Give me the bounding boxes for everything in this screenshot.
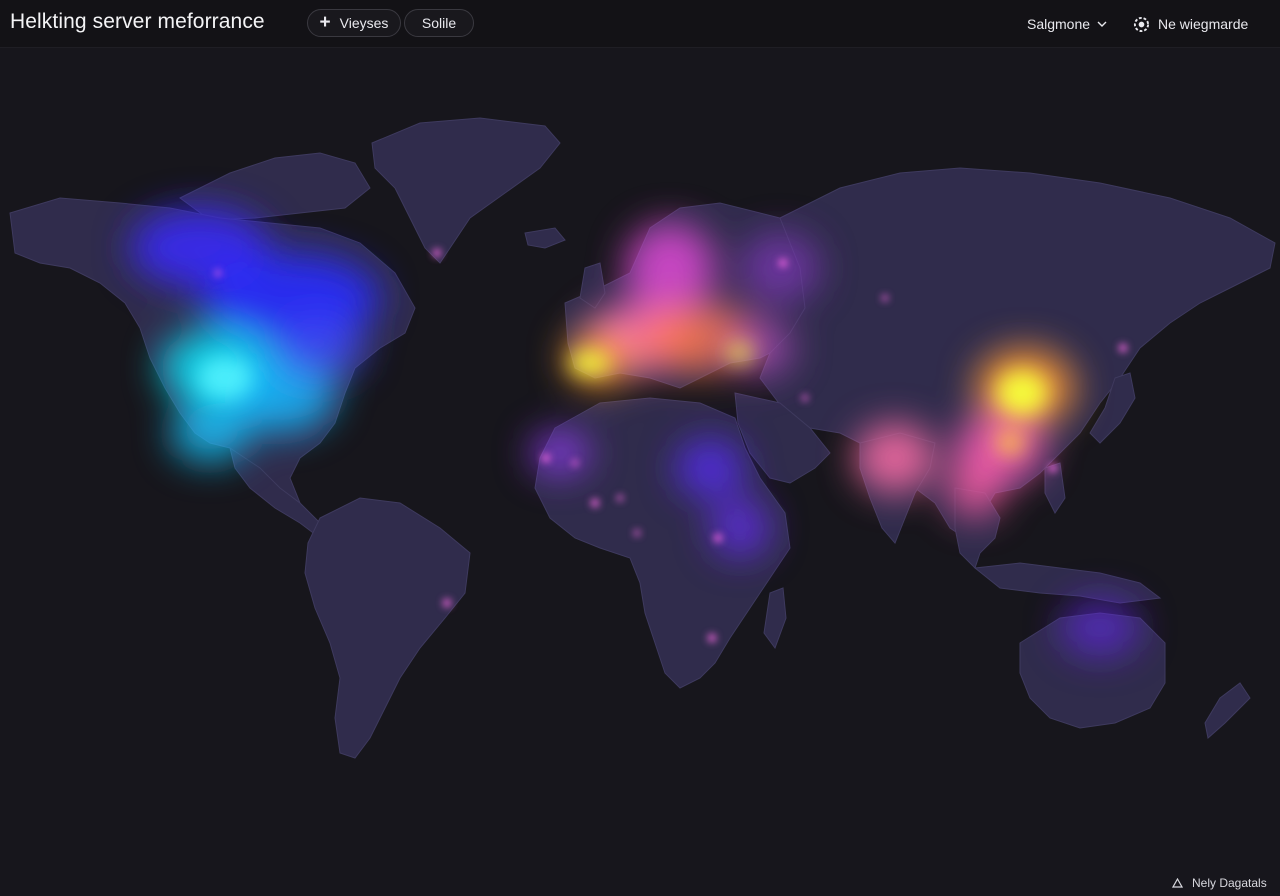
user-menu[interactable]: Ne wiegmarde bbox=[1133, 14, 1248, 34]
footer-credit[interactable]: Nely Dagatals bbox=[1172, 876, 1267, 890]
user-menu-label: Ne wiegmarde bbox=[1158, 16, 1249, 32]
chevron-down-icon bbox=[1097, 21, 1107, 27]
landmass-new-zealand bbox=[1204, 682, 1251, 739]
landmass-madagascar bbox=[763, 587, 787, 650]
region-selector-label: Salgmone bbox=[1027, 16, 1091, 32]
landmass-indonesia bbox=[973, 562, 1162, 604]
landmass-iceland bbox=[524, 227, 566, 249]
region-selector[interactable]: Salgmone bbox=[1027, 14, 1108, 34]
top-bar: Helkting server meforrance + Vieyses Sol… bbox=[0, 0, 1280, 48]
footer-label: Nely Dagatals bbox=[1192, 876, 1267, 890]
triangle-icon bbox=[1172, 878, 1183, 888]
world-heatmap[interactable] bbox=[0, 48, 1280, 896]
page-title: Helkting server meforrance bbox=[10, 10, 265, 33]
world-map-canvas bbox=[9, 117, 1276, 759]
add-view-button[interactable]: + Vieyses bbox=[307, 9, 401, 37]
plus-icon: + bbox=[319, 11, 331, 33]
gear-user-icon bbox=[1133, 16, 1150, 32]
add-view-label: Vieyses bbox=[339, 15, 389, 31]
filter-label: Solile bbox=[421, 15, 457, 31]
landmass-south-america bbox=[304, 497, 471, 759]
filter-button[interactable]: Solile bbox=[404, 9, 474, 37]
